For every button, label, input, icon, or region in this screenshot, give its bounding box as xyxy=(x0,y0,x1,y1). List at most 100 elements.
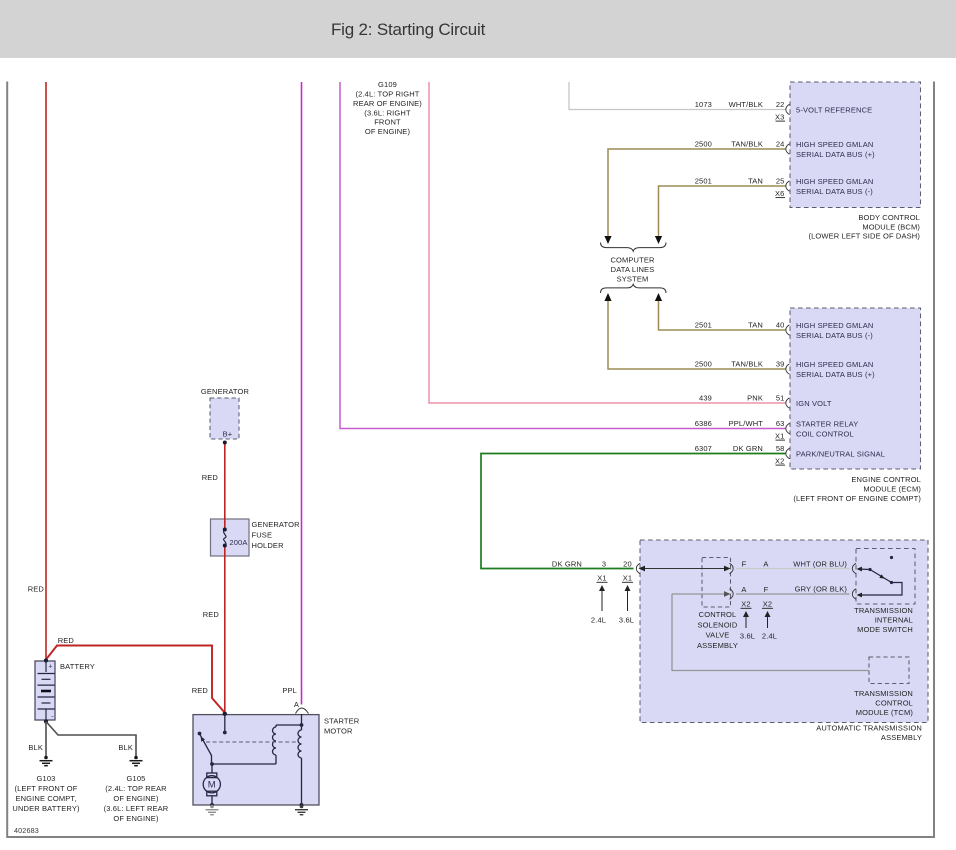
svg-text:SOLENOID: SOLENOID xyxy=(698,620,738,629)
svg-text:RED: RED xyxy=(58,636,75,645)
svg-text:63: 63 xyxy=(776,419,785,428)
svg-text:(LOWER LEFT SIDE OF DASH): (LOWER LEFT SIDE OF DASH) xyxy=(808,232,920,241)
svg-text:TRANSMISSION: TRANSMISSION xyxy=(854,689,913,698)
svg-text:Fig 2: Starting Circuit: Fig 2: Starting Circuit xyxy=(331,20,486,39)
svg-text:20: 20 xyxy=(623,560,632,569)
svg-text:2501: 2501 xyxy=(695,320,712,329)
svg-text:HIGH SPEED GMLAN: HIGH SPEED GMLAN xyxy=(796,177,873,186)
svg-text:PNK: PNK xyxy=(747,393,763,402)
svg-text:OF ENGINE): OF ENGINE) xyxy=(113,794,159,803)
svg-text:UNDER BATTERY): UNDER BATTERY) xyxy=(12,804,80,813)
svg-text:BODY CONTROL: BODY CONTROL xyxy=(858,213,920,222)
svg-text:BATTERY: BATTERY xyxy=(60,662,95,671)
svg-text:6386: 6386 xyxy=(695,419,712,428)
svg-text:PARK/NEUTRAL SIGNAL: PARK/NEUTRAL SIGNAL xyxy=(796,450,885,459)
svg-text:SERIAL DATA BUS (+): SERIAL DATA BUS (+) xyxy=(796,150,875,159)
svg-text:TAN: TAN xyxy=(748,176,763,185)
svg-text:(2.4L: TOP REAR: (2.4L: TOP REAR xyxy=(105,784,167,793)
svg-text:CONTROL: CONTROL xyxy=(875,699,913,708)
svg-text:A: A xyxy=(763,560,768,569)
svg-text:SERIAL DATA BUS (-): SERIAL DATA BUS (-) xyxy=(796,187,873,196)
svg-text:X6: X6 xyxy=(775,189,784,198)
svg-text:(LEFT FRONT OF: (LEFT FRONT OF xyxy=(14,784,77,793)
svg-text:WHT/BLK: WHT/BLK xyxy=(729,100,763,109)
svg-text:DK GRN: DK GRN xyxy=(733,444,763,453)
svg-text:BLK: BLK xyxy=(118,743,133,752)
svg-text:MODULE (BCM): MODULE (BCM) xyxy=(862,222,920,231)
svg-text:WHT (OR BLU): WHT (OR BLU) xyxy=(793,560,847,569)
svg-text:A: A xyxy=(741,585,746,594)
svg-text:IGN VOLT: IGN VOLT xyxy=(796,399,832,408)
svg-text:GENERATOR: GENERATOR xyxy=(201,387,250,396)
svg-text:X3: X3 xyxy=(775,112,784,121)
svg-text:B+: B+ xyxy=(223,430,233,439)
svg-text:22: 22 xyxy=(776,100,785,109)
svg-text:G103: G103 xyxy=(37,774,56,783)
svg-text:STARTER: STARTER xyxy=(324,717,360,726)
svg-text:51: 51 xyxy=(776,393,785,402)
svg-text:40: 40 xyxy=(776,320,785,329)
svg-text:SERIAL DATA BUS (-): SERIAL DATA BUS (-) xyxy=(796,331,873,340)
svg-text:OF ENGINE): OF ENGINE) xyxy=(365,127,411,136)
svg-text:MODE SWITCH: MODE SWITCH xyxy=(857,625,913,634)
svg-text:+: + xyxy=(48,664,52,671)
svg-text:X1: X1 xyxy=(623,574,632,583)
svg-text:M: M xyxy=(208,780,216,791)
svg-text:2500: 2500 xyxy=(695,139,712,148)
svg-text:ASSEMBLY: ASSEMBLY xyxy=(881,733,922,742)
svg-text:DK GRN: DK GRN xyxy=(552,560,582,569)
svg-text:FRONT: FRONT xyxy=(374,118,401,127)
svg-text:ASSEMBLY: ASSEMBLY xyxy=(697,641,738,650)
svg-text:DATA LINES: DATA LINES xyxy=(611,265,655,274)
svg-text:2500: 2500 xyxy=(695,359,712,368)
svg-text:58: 58 xyxy=(776,444,785,453)
svg-text:RED: RED xyxy=(28,585,45,594)
svg-text:402683: 402683 xyxy=(14,826,39,835)
svg-text:CONTROL: CONTROL xyxy=(699,610,737,619)
svg-text:STARTER RELAY: STARTER RELAY xyxy=(796,420,858,429)
svg-text:RED: RED xyxy=(202,473,219,482)
svg-text:X2: X2 xyxy=(775,456,784,465)
svg-text:INTERNAL: INTERNAL xyxy=(875,616,913,625)
svg-text:2.4L: 2.4L xyxy=(591,616,606,625)
svg-text:G105: G105 xyxy=(127,774,146,783)
svg-text:2501: 2501 xyxy=(695,176,712,185)
svg-text:X2: X2 xyxy=(763,600,772,609)
svg-text:VALVE: VALVE xyxy=(706,631,730,640)
svg-text:ENGINE COMPT,: ENGINE COMPT, xyxy=(15,794,76,803)
svg-text:MODULE (ECM): MODULE (ECM) xyxy=(863,485,921,494)
svg-text:G109: G109 xyxy=(378,80,397,89)
svg-text:39: 39 xyxy=(776,359,785,368)
svg-text:(3.6L: RIGHT: (3.6L: RIGHT xyxy=(364,108,411,117)
svg-text:HIGH SPEED GMLAN: HIGH SPEED GMLAN xyxy=(796,360,873,369)
svg-text:F: F xyxy=(764,585,769,594)
svg-text:FUSE: FUSE xyxy=(252,531,273,540)
svg-text:X1: X1 xyxy=(597,574,606,583)
svg-text:439: 439 xyxy=(699,393,712,402)
svg-text:PPL/WHT: PPL/WHT xyxy=(729,419,764,428)
svg-text:6307: 6307 xyxy=(695,444,712,453)
svg-text:GENERATOR: GENERATOR xyxy=(252,520,301,529)
svg-text:(3.6L: LEFT REAR: (3.6L: LEFT REAR xyxy=(104,804,169,813)
svg-text:2.4L: 2.4L xyxy=(762,632,777,641)
svg-text:MODULE (TCM): MODULE (TCM) xyxy=(856,708,914,717)
svg-text:3.6L: 3.6L xyxy=(619,616,634,625)
svg-text:TAN/BLK: TAN/BLK xyxy=(731,359,763,368)
svg-text:OF ENGINE): OF ENGINE) xyxy=(113,814,159,823)
svg-text:RED: RED xyxy=(203,610,220,619)
svg-text:RED: RED xyxy=(192,686,209,695)
svg-text:BLK: BLK xyxy=(28,743,43,752)
svg-text:3: 3 xyxy=(602,560,606,569)
svg-text:SYSTEM: SYSTEM xyxy=(617,275,649,284)
svg-text:25: 25 xyxy=(776,176,785,185)
svg-text:(2.4L: TOP RIGHT: (2.4L: TOP RIGHT xyxy=(355,90,419,99)
svg-text:HOLDER: HOLDER xyxy=(252,541,285,550)
svg-text:TAN/BLK: TAN/BLK xyxy=(731,139,763,148)
svg-text:X2: X2 xyxy=(741,600,750,609)
svg-text:GRY (OR BLK): GRY (OR BLK) xyxy=(795,585,848,594)
svg-text:F: F xyxy=(742,560,747,569)
svg-text:SERIAL DATA BUS (+): SERIAL DATA BUS (+) xyxy=(796,370,875,379)
svg-text:3.6L: 3.6L xyxy=(740,632,755,641)
svg-text:TAN: TAN xyxy=(748,320,763,329)
svg-text:ENGINE CONTROL: ENGINE CONTROL xyxy=(851,475,921,484)
